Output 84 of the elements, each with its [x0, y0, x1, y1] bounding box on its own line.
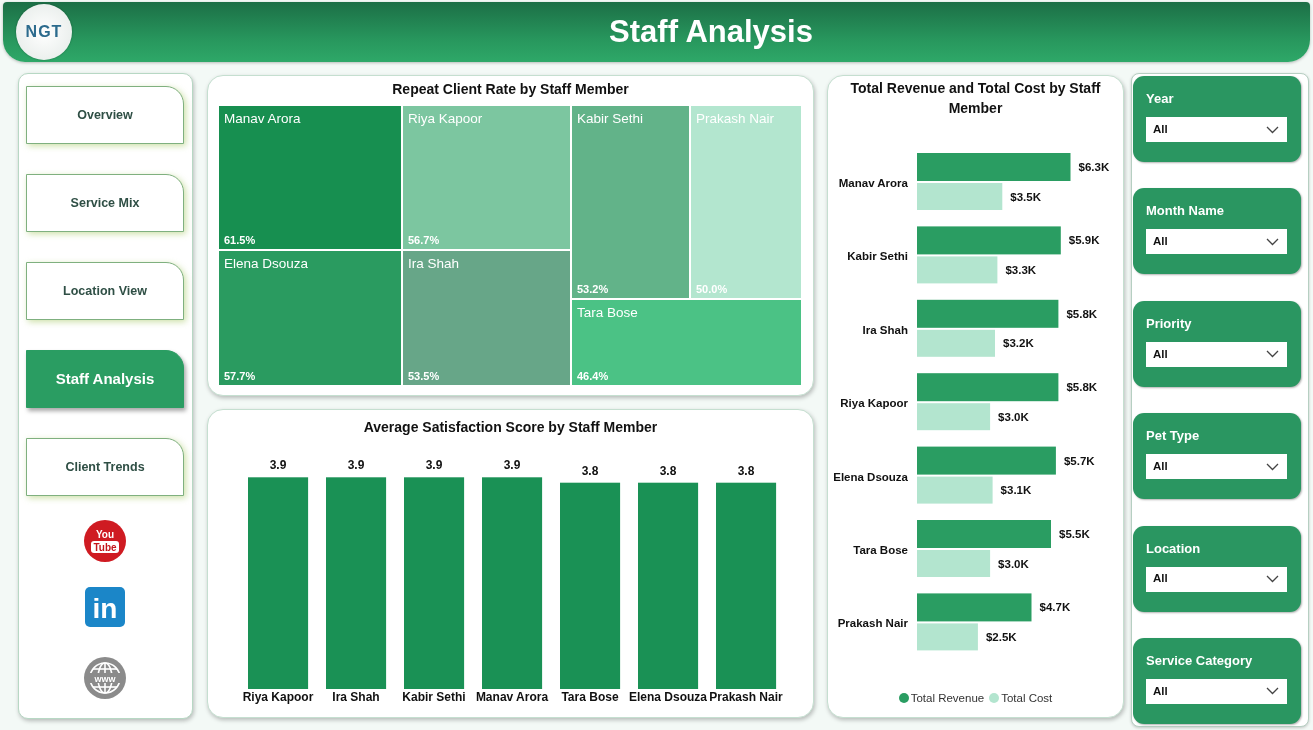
axis-label: Riya Kapoor: [840, 397, 908, 410]
tile-value: 53.5%: [408, 369, 440, 383]
dropdown[interactable]: All: [1146, 117, 1287, 142]
data-label: $5.5K: [1059, 528, 1090, 540]
treemap-tile[interactable]: Elena Dsouza 57.7%: [218, 250, 402, 386]
axis-label: Elena Dsouza: [833, 470, 908, 483]
chart-title: Repeat Client Rate by Staff Member: [392, 80, 629, 99]
chart-title: Average Satisfaction Score by Staff Member: [363, 418, 658, 437]
tile-label: Prakash Nair: [696, 110, 775, 128]
data-label: $6.3K: [1078, 161, 1110, 173]
axis-label: Kabir Sethi: [847, 250, 908, 263]
nav-button[interactable]: Overview: [26, 86, 184, 144]
data-label: $2.5K: [985, 630, 1017, 643]
nav-button[interactable]: Client Trends: [26, 438, 184, 496]
data-label: $3.0K: [998, 557, 1029, 570]
dropdown[interactable]: All: [1146, 566, 1287, 592]
tile-label: Kabir Sethi: [577, 110, 644, 128]
nav-button[interactable]: Staff Analysis: [26, 350, 184, 408]
page-title: Staff Analysis: [609, 13, 813, 51]
logo-text: NGT: [25, 23, 63, 41]
data-label: $5.8K: [1066, 307, 1098, 320]
globe-icon[interactable]: www: [84, 657, 126, 699]
data-label: $3.0K: [998, 410, 1029, 423]
tile-label: Manav Arora: [224, 110, 301, 128]
data-label: 3.9: [269, 458, 287, 473]
axis-label: Ira Shah: [862, 323, 908, 336]
data-label: $3.5K: [1010, 190, 1041, 203]
dropdown[interactable]: All: [1146, 454, 1287, 480]
axis-label: Ira Shah: [332, 690, 380, 704]
data-label: 3.8: [737, 463, 755, 478]
chart-title: Total Revenue and Total Cost by Staff Member: [849, 79, 1102, 118]
filter-label: Location: [1146, 540, 1201, 557]
data-label: $3.2K: [1003, 337, 1034, 350]
axis-label: Tara Bose: [561, 690, 619, 704]
chevron-down-icon: [1266, 237, 1279, 246]
data-label: $5.8K: [1066, 381, 1098, 394]
tile-value: 61.5%: [224, 233, 256, 247]
chevron-down-icon: [1266, 350, 1279, 359]
data-label: 3.9: [347, 458, 365, 473]
dropdown[interactable]: All: [1146, 341, 1287, 367]
axis-label: Tara Bose: [853, 544, 908, 556]
data-label: $3.3K: [1005, 263, 1037, 276]
data-label: $3.1K: [1000, 484, 1032, 497]
chevron-down-icon: [1266, 125, 1279, 134]
nav-button[interactable]: Location View: [26, 262, 184, 320]
axis-label: Prakash Nair: [709, 690, 783, 704]
filter-label: Service Category: [1146, 652, 1253, 669]
axis-label: Riya Kapoor: [242, 690, 314, 704]
tile-label: Ira Shah: [408, 255, 460, 273]
data-label: $5.7K: [1063, 454, 1095, 467]
tile-label: Elena Dsouza: [224, 255, 309, 273]
data-label: $5.9K: [1068, 234, 1100, 247]
tile-value: 46.4%: [577, 369, 609, 383]
filter-label: Pet Type: [1146, 428, 1200, 445]
linkedin-icon[interactable]: in: [85, 587, 125, 627]
legend-label: Total Cost: [1001, 691, 1053, 705]
filter-label: Priority: [1146, 315, 1192, 332]
filter-label: Year: [1146, 91, 1174, 107]
data-label: 3.8: [659, 463, 677, 478]
axis-label: Manav Arora: [838, 177, 908, 189]
data-label: 3.9: [503, 458, 521, 473]
treemap-tile[interactable]: Manav Arora 61.5%: [218, 105, 402, 250]
axis-label: Prakash Nair: [837, 617, 908, 630]
filter-label: Month Name: [1146, 203, 1224, 220]
youtube-icon[interactable]: You Tube: [84, 520, 126, 562]
nav-button[interactable]: Service Mix: [26, 174, 184, 232]
tile-value: 50.0%: [696, 282, 728, 296]
axis-label: Manav Arora: [475, 690, 549, 704]
dropdown[interactable]: All: [1146, 229, 1287, 255]
axis-label: Elena Dsouza: [629, 690, 707, 704]
tile-value: 57.7%: [224, 369, 256, 383]
data-label: 3.9: [425, 458, 443, 473]
axis-label: Kabir Sethi: [402, 690, 466, 704]
chevron-down-icon: [1266, 687, 1279, 696]
tile-value: 53.2%: [577, 282, 609, 296]
data-label: 3.8: [581, 463, 599, 478]
chevron-down-icon: [1266, 462, 1279, 471]
chevron-down-icon: [1266, 575, 1279, 584]
tile-label: Riya Kapoor: [408, 110, 483, 128]
tile-value: 56.7%: [408, 233, 440, 247]
tile-label: Tara Bose: [577, 304, 638, 322]
dropdown[interactable]: All: [1146, 678, 1287, 704]
data-label: $4.7K: [1039, 601, 1071, 614]
legend-label: Total Revenue: [910, 691, 985, 705]
